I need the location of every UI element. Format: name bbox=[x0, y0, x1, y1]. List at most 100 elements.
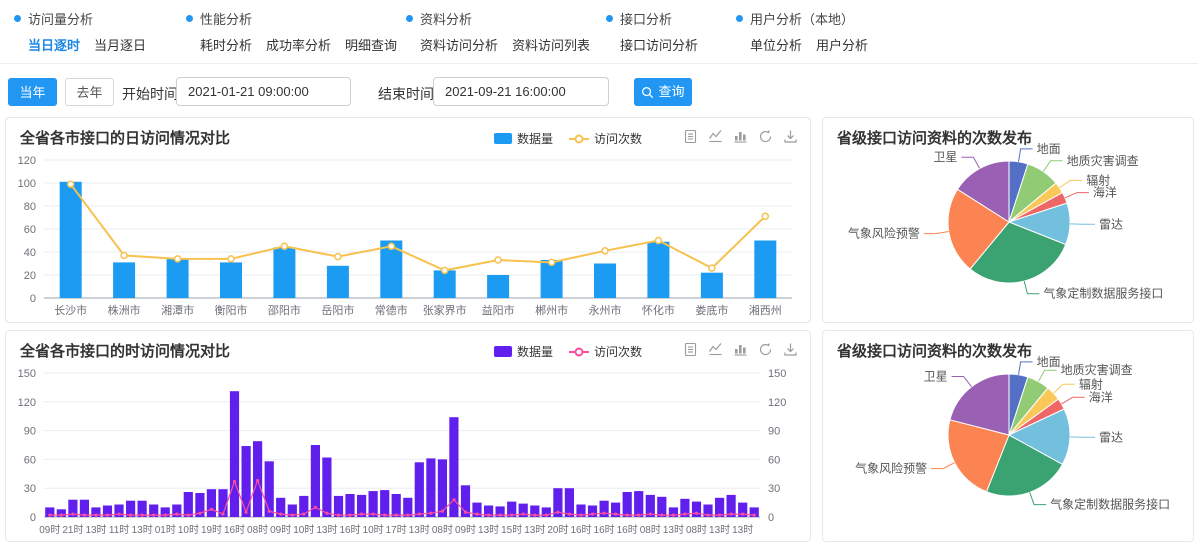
line-chart-toggle-icon[interactable] bbox=[708, 342, 723, 357]
svg-text:0: 0 bbox=[768, 512, 774, 524]
this-year-button[interactable]: 当年 bbox=[8, 78, 57, 106]
download-icon[interactable] bbox=[783, 342, 798, 357]
nav-group-title-text: 用户分析（本地） bbox=[750, 9, 854, 28]
svg-text:岳阳市: 岳阳市 bbox=[321, 303, 354, 317]
nav-group-title-text: 资料分析 bbox=[420, 9, 472, 28]
bullet-icon bbox=[186, 15, 193, 22]
nav-group-data: 资料分析 资料访问分析 资料访问列表 bbox=[406, 9, 590, 54]
daily-access-chart-card: 全省各市接口的日访问情况对比 数据量 访问次数 020406080100120长… bbox=[5, 117, 811, 323]
svg-text:13时: 13时 bbox=[409, 524, 430, 536]
legend-item-data-volume[interactable]: 数据量 bbox=[494, 343, 553, 360]
legend-item-visit-count[interactable]: 访问次数 bbox=[569, 130, 642, 147]
svg-text:08时: 08时 bbox=[640, 524, 661, 536]
provincial-interface-pie-card-bottom: 地面地质灾害调查辐射海洋雷达气象定制数据服务接口气象风险预警卫星 省级接口访问资… bbox=[822, 330, 1194, 542]
svg-text:气象风险预警: 气象风险预警 bbox=[855, 461, 927, 476]
bar-chart-toggle-icon[interactable] bbox=[733, 342, 748, 357]
svg-text:气象风险预警: 气象风险预警 bbox=[848, 226, 920, 241]
svg-text:60: 60 bbox=[768, 454, 780, 466]
restore-icon[interactable] bbox=[758, 342, 773, 357]
svg-text:90: 90 bbox=[768, 426, 780, 438]
svg-text:海洋: 海洋 bbox=[1089, 389, 1113, 404]
hourly-chart-title: 全省各市接口的时访问情况对比 bbox=[20, 340, 230, 361]
search-icon bbox=[641, 86, 654, 99]
svg-text:邵阳市: 邵阳市 bbox=[268, 303, 301, 317]
data-view-icon[interactable] bbox=[683, 342, 698, 357]
nav-item-daily-month[interactable]: 当月逐日 bbox=[94, 35, 146, 54]
nav-item-data-access-list[interactable]: 资料访问列表 bbox=[512, 35, 590, 54]
end-time-input[interactable] bbox=[433, 77, 609, 106]
svg-text:20: 20 bbox=[24, 270, 36, 282]
nav-item-interface-access-analysis[interactable]: 接口访问分析 bbox=[620, 35, 698, 54]
nav-item-unit-analysis[interactable]: 单位分析 bbox=[750, 35, 802, 54]
data-view-icon[interactable] bbox=[683, 129, 698, 144]
svg-text:01时: 01时 bbox=[155, 524, 176, 536]
svg-text:09时: 09时 bbox=[39, 524, 60, 536]
line-swatch-icon bbox=[569, 138, 589, 140]
nav-item-hourly-today[interactable]: 当日逐时 bbox=[28, 35, 80, 54]
legend-label: 访问次数 bbox=[594, 130, 642, 147]
svg-text:10时: 10时 bbox=[293, 524, 314, 536]
nav-item-success-rate[interactable]: 成功率分析 bbox=[266, 35, 331, 54]
nav-group-performance: 性能分析 耗时分析 成功率分析 明细查询 bbox=[186, 9, 397, 54]
svg-text:地面: 地面 bbox=[1037, 355, 1061, 369]
bar-chart-toggle-icon[interactable] bbox=[733, 129, 748, 144]
svg-text:08时: 08时 bbox=[432, 524, 453, 536]
svg-text:13时: 13时 bbox=[478, 524, 499, 536]
bullet-icon bbox=[606, 15, 613, 22]
nav-item-user-analysis[interactable]: 用户分析 bbox=[816, 35, 868, 54]
svg-text:10时: 10时 bbox=[178, 524, 199, 536]
svg-text:11时: 11时 bbox=[109, 524, 129, 536]
svg-text:益阳市: 益阳市 bbox=[482, 303, 515, 317]
svg-text:09时: 09时 bbox=[455, 524, 476, 536]
line-chart-toggle-icon[interactable] bbox=[708, 129, 723, 144]
svg-text:19时: 19时 bbox=[201, 524, 222, 536]
nav-item-data-access-analysis[interactable]: 资料访问分析 bbox=[420, 35, 498, 54]
svg-text:娄底市: 娄底市 bbox=[695, 303, 728, 317]
legend-label: 访问次数 bbox=[594, 343, 642, 360]
svg-text:13时: 13时 bbox=[524, 524, 545, 536]
svg-text:10时: 10时 bbox=[363, 524, 384, 536]
nav-item-time-cost[interactable]: 耗时分析 bbox=[200, 35, 252, 54]
legend-item-data-volume[interactable]: 数据量 bbox=[494, 130, 553, 147]
svg-text:海洋: 海洋 bbox=[1093, 185, 1117, 200]
svg-text:地面: 地面 bbox=[1037, 142, 1061, 156]
svg-text:16时: 16时 bbox=[224, 524, 245, 536]
daily-chart-canvas[interactable]: 020406080100120长沙市株洲市湘潭市衡阳市邵阳市岳阳市常德市张家界市… bbox=[8, 152, 808, 320]
svg-text:13时: 13时 bbox=[732, 524, 753, 536]
pie-chart-canvas[interactable]: 地面地质灾害调查辐射海洋雷达气象定制数据服务接口气象风险预警卫星 bbox=[823, 118, 1193, 322]
restore-icon[interactable] bbox=[758, 129, 773, 144]
nav-item-detail-query[interactable]: 明细查询 bbox=[345, 35, 397, 54]
svg-text:15时: 15时 bbox=[501, 524, 522, 536]
daily-chart-title: 全省各市接口的日访问情况对比 bbox=[20, 127, 230, 148]
provincial-interface-pie-card-top: 地面地质灾害调查辐射海洋雷达气象定制数据服务接口气象风险预警卫星 省级接口访问资… bbox=[822, 117, 1194, 323]
svg-text:卫星: 卫星 bbox=[933, 150, 957, 164]
search-button[interactable]: 查询 bbox=[634, 78, 692, 106]
svg-text:13时: 13时 bbox=[663, 524, 684, 536]
svg-text:怀化市: 怀化市 bbox=[642, 303, 675, 317]
svg-text:60: 60 bbox=[24, 454, 36, 466]
start-time-input[interactable] bbox=[176, 77, 351, 106]
svg-text:16时: 16时 bbox=[339, 524, 360, 536]
nav-group-interface: 接口分析 接口访问分析 bbox=[606, 9, 698, 54]
svg-text:13时: 13时 bbox=[316, 524, 337, 536]
daily-chart-toolbox bbox=[683, 129, 798, 144]
svg-text:09时: 09时 bbox=[270, 524, 291, 536]
svg-text:16时: 16时 bbox=[617, 524, 638, 536]
hourly-chart-canvas[interactable]: 0030306060909012012015015009时21时13时11时13… bbox=[8, 365, 808, 539]
svg-text:17时: 17时 bbox=[386, 524, 407, 536]
bar-swatch-icon bbox=[494, 133, 512, 144]
bullet-icon bbox=[14, 15, 21, 22]
download-icon[interactable] bbox=[783, 129, 798, 144]
pie-chart-title: 省级接口访问资料的次数发布 bbox=[837, 127, 1032, 148]
svg-text:常德市: 常德市 bbox=[375, 303, 408, 317]
svg-text:60: 60 bbox=[24, 224, 36, 236]
svg-text:0: 0 bbox=[30, 512, 36, 524]
legend-label: 数据量 bbox=[517, 343, 553, 360]
last-year-button[interactable]: 去年 bbox=[65, 78, 114, 106]
top-nav: 访问量分析 当日逐时 当月逐日 性能分析 耗时分析 成功率分析 明细查询 资料分… bbox=[0, 0, 1198, 64]
pie-chart-canvas[interactable]: 地面地质灾害调查辐射海洋雷达气象定制数据服务接口气象风险预警卫星 bbox=[823, 331, 1193, 541]
svg-text:雷达: 雷达 bbox=[1099, 217, 1123, 231]
svg-text:郴州市: 郴州市 bbox=[535, 303, 568, 317]
legend-item-visit-count[interactable]: 访问次数 bbox=[569, 343, 642, 360]
nav-group-title-text: 接口分析 bbox=[620, 9, 672, 28]
